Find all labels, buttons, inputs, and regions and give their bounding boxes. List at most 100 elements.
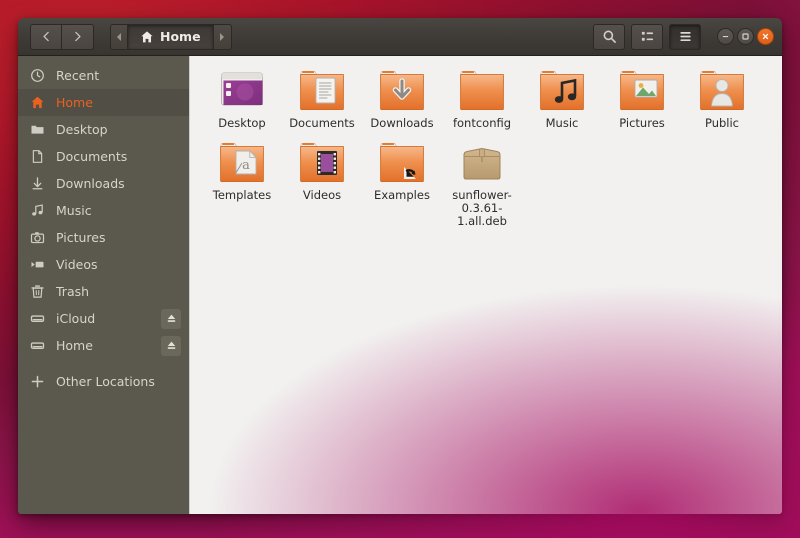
sidebar-item-label: iCloud — [56, 311, 96, 326]
file-item[interactable]: Downloads — [363, 66, 441, 130]
sidebar-item-pictures[interactable]: Pictures — [18, 224, 189, 251]
package-deb-icon — [463, 147, 501, 180]
file-name: Downloads — [370, 116, 434, 130]
maximize-icon — [742, 33, 749, 40]
folder-icon — [18, 122, 56, 137]
file-name: Videos — [302, 188, 342, 202]
drive-icon — [30, 315, 44, 322]
folder-pictures-icon — [620, 71, 664, 111]
package-deb-icon — [458, 138, 506, 186]
folder-documents-icon — [298, 66, 346, 114]
folder-templates-icon: a — [218, 138, 266, 186]
sidebar-item-label: Music — [56, 203, 92, 218]
files-window: Home Recent Home Desktop Documents Downl… — [18, 18, 782, 514]
drive-icon — [18, 311, 56, 326]
sidebar: Recent Home Desktop Documents Downloads Music… — [18, 56, 190, 514]
file-item[interactable]: Documents — [283, 66, 361, 130]
menu-button[interactable] — [669, 23, 701, 50]
sidebar-item-home[interactable]: Home — [18, 332, 189, 359]
sidebar-item-recent[interactable]: Recent — [18, 62, 189, 89]
folder-icon — [31, 125, 43, 134]
sidebar-item-downloads[interactable]: Downloads — [18, 170, 189, 197]
file-item[interactable]: a Templates — [203, 138, 281, 228]
eject-icon — [167, 314, 175, 322]
close-button[interactable] — [757, 28, 774, 45]
folder-link-icon — [380, 143, 424, 183]
chevron-right-icon — [75, 31, 81, 42]
folder-templates-icon: a — [220, 143, 264, 183]
sidebar-item-videos[interactable]: Videos — [18, 251, 189, 278]
sidebar-item-other-locations[interactable]: Other Locations — [18, 368, 189, 395]
close-icon — [762, 33, 769, 40]
home-icon — [31, 96, 43, 109]
file-list-area[interactable]: Desktop Documents Downloads fontconfig Music… — [190, 56, 782, 514]
navigation-button-group — [30, 23, 94, 50]
minimize-icon — [722, 35, 729, 38]
file-item[interactable]: Music — [523, 66, 601, 130]
triangle-right-icon — [220, 32, 225, 41]
camera-icon — [30, 232, 44, 244]
music-icon — [18, 203, 56, 218]
breadcrumb-scroll-left[interactable] — [110, 23, 128, 50]
svg-text:a: a — [242, 158, 250, 173]
search-icon — [603, 30, 616, 43]
music-icon — [31, 204, 43, 216]
breadcrumb-scroll-right[interactable] — [213, 23, 232, 50]
list-view-icon — [641, 31, 653, 41]
drive-icon — [18, 338, 56, 353]
file-item[interactable]: sunflower-0.3.61-1.all.deb — [443, 138, 521, 228]
window-controls — [717, 28, 774, 45]
plus-icon — [18, 374, 56, 389]
view-options-button[interactable] — [631, 23, 663, 50]
breadcrumb-current[interactable]: Home — [128, 23, 214, 50]
window-headerbar: Home — [18, 18, 782, 56]
sidebar-item-label: Documents — [56, 149, 128, 164]
sidebar-item-documents[interactable]: Documents — [18, 143, 189, 170]
document-icon — [32, 150, 42, 163]
sidebar-item-music[interactable]: Music — [18, 197, 189, 224]
sidebar-item-desktop[interactable]: Desktop — [18, 116, 189, 143]
file-item[interactable]: Examples — [363, 138, 441, 228]
camera-icon — [18, 230, 56, 245]
icon-grid: Desktop Documents Downloads fontconfig Music… — [202, 66, 782, 236]
search-button[interactable] — [593, 23, 625, 50]
file-name: Public — [704, 116, 740, 130]
trash-icon — [18, 284, 56, 299]
sidebar-item-home[interactable]: Home — [18, 89, 189, 116]
minimize-button[interactable] — [717, 28, 734, 45]
chevron-left-icon — [42, 31, 49, 42]
eject-button[interactable] — [161, 308, 181, 329]
file-item[interactable]: Public — [683, 66, 761, 130]
breadcrumb: Home — [110, 23, 232, 50]
sidebar-item-label: Home — [56, 338, 93, 353]
file-name: fontconfig — [452, 116, 512, 130]
file-item[interactable]: fontconfig — [443, 66, 521, 130]
maximize-button[interactable] — [737, 28, 754, 45]
folder-icon — [458, 66, 506, 114]
drive-icon — [30, 342, 44, 349]
sidebar-item-label: Home — [56, 95, 93, 110]
home-icon — [141, 30, 153, 42]
sidebar-item-label: Videos — [56, 257, 98, 272]
file-item[interactable]: Pictures — [603, 66, 681, 130]
sidebar-item-trash[interactable]: Trash — [18, 278, 189, 305]
video-icon — [18, 257, 56, 272]
sidebar-item-icloud[interactable]: iCloud — [18, 305, 189, 332]
home-icon — [18, 95, 56, 110]
file-name: Desktop — [218, 116, 266, 130]
folder-music-icon — [540, 71, 584, 111]
sidebar-item-label: Downloads — [56, 176, 125, 191]
desktop-background: Home Recent Home Desktop Documents Downl… — [0, 0, 800, 538]
eject-button[interactable] — [161, 335, 181, 356]
file-item[interactable]: Videos — [283, 138, 361, 228]
video-icon — [31, 261, 43, 268]
trash-icon — [30, 285, 44, 298]
file-name: Pictures — [619, 116, 665, 130]
forward-button[interactable] — [62, 23, 94, 50]
clock-icon — [30, 69, 44, 82]
back-button[interactable] — [30, 23, 62, 50]
folder-desktop-icon — [221, 72, 263, 106]
hamburger-menu-icon — [679, 32, 691, 41]
file-item[interactable]: Desktop — [203, 66, 281, 130]
headerbar-actions — [593, 23, 776, 50]
